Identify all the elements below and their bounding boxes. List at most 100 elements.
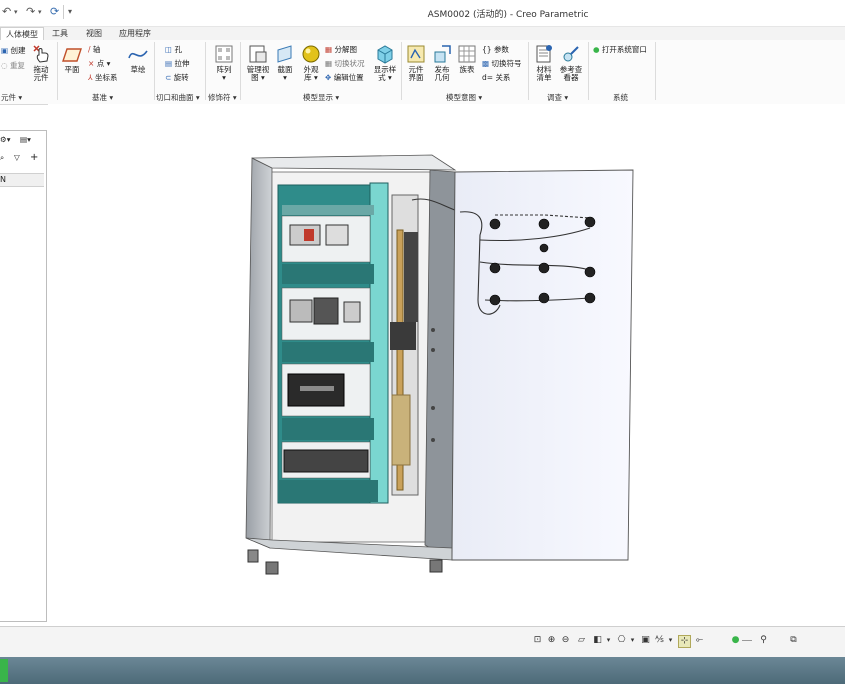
full-screen-icon[interactable]: ⧉: [788, 635, 799, 646]
group-label-system: 系统: [613, 93, 628, 102]
pattern-icon: [215, 45, 233, 63]
ribbon: ▣ 创建 ◌ 重复 拖动 元件 平面 / 轴 × 点 ▾ ⅄ 坐标系 草绘 ◫ …: [0, 40, 845, 105]
tab-view[interactable]: 视图: [81, 27, 107, 40]
tab-manikin[interactable]: 人体模型: [0, 27, 44, 41]
point-button[interactable]: × 点 ▾: [88, 58, 110, 69]
pattern-button[interactable]: 阵列 ▾: [212, 44, 236, 82]
plane-button[interactable]: 平面: [60, 46, 84, 74]
find-binoculars-icon[interactable]: ⚲: [758, 635, 769, 646]
window-title: ASM0002 (活动的) - Creo Parametric: [427, 10, 589, 20]
saved-orientations-icon[interactable]: ⎔: [616, 635, 627, 646]
hand-drag-icon: [33, 45, 49, 63]
group-label-model-intent[interactable]: 模型意图 ▾: [446, 92, 482, 103]
tab-tools[interactable]: 工具: [47, 27, 73, 40]
group-label-model-display[interactable]: 模型显示 ▾: [303, 92, 339, 103]
sketch-button[interactable]: 草绘: [126, 46, 150, 74]
open-system-window-button[interactable]: ● 打开系统窗口: [593, 44, 647, 55]
group-separator: [205, 42, 206, 100]
status-separator: [742, 640, 752, 641]
reference-viewer-icon: [563, 46, 579, 62]
extrude-button[interactable]: ▤ 拉伸: [165, 58, 189, 69]
tree-filters-icon[interactable]: ▤▾: [20, 135, 31, 144]
group-separator: [154, 42, 155, 100]
model-tree-panel: ⚙▾ ▤▾ ⌕ ▽ + N: [0, 130, 47, 622]
find-icon[interactable]: ⌕: [0, 153, 4, 163]
saved-orientations-dropdown-icon[interactable]: ▾: [627, 635, 638, 646]
appearance-gallery-button[interactable]: 外观 库 ▾: [299, 44, 323, 82]
parameters-label: 参数: [493, 45, 509, 54]
publish-geometry-label: 发布 几何: [434, 65, 450, 82]
appearance-sphere-icon: [302, 45, 320, 63]
publish-geometry-button[interactable]: 发布 几何: [430, 44, 454, 82]
annotation-display-icon[interactable]: ⟜: [694, 635, 705, 646]
create-label: 创建: [10, 46, 26, 55]
ribbon-tabs: 人体模型 工具 视图 应用程序: [0, 27, 845, 41]
edit-position-button[interactable]: ✥ 编辑位置: [325, 72, 364, 83]
display-style-button[interactable]: 显示样 式 ▾: [371, 44, 399, 82]
refit-icon[interactable]: ⊡: [532, 635, 543, 646]
revolve-button[interactable]: ⊂ 旋转: [165, 72, 189, 83]
repaint-icon[interactable]: ▱: [576, 635, 587, 646]
hole-button[interactable]: ◫ 孔: [165, 44, 182, 55]
relations-button[interactable]: d= 关系: [482, 72, 510, 83]
model-tree-settings-icon[interactable]: ⚙▾: [0, 135, 11, 144]
group-label-modifiers[interactable]: 修饰符 ▾: [208, 92, 237, 103]
switch-symbols-button[interactable]: ▩ 切换符号: [482, 58, 521, 69]
reference-viewer-label: 参考查 看器: [559, 65, 583, 82]
filter-icon[interactable]: ▽: [14, 153, 20, 162]
toggle-status-button[interactable]: ▦ 切换状况: [325, 58, 364, 69]
group-separator: [401, 42, 402, 100]
display-style-icon[interactable]: ◧: [592, 635, 603, 646]
axis-button[interactable]: / 轴: [88, 44, 100, 55]
datum-display-dropdown-icon[interactable]: ▾: [665, 635, 676, 646]
model-tree-column-header[interactable]: N: [0, 173, 44, 187]
drag-components-button[interactable]: 拖动 元件: [28, 44, 54, 82]
datum-display-icon[interactable]: ⅍: [654, 635, 665, 646]
group-label-datum[interactable]: 基准 ▾: [92, 92, 113, 103]
zoom-in-icon[interactable]: ⊕: [546, 635, 557, 646]
manage-views-icon: [249, 45, 267, 63]
component-interface-button[interactable]: 元件 界面: [404, 44, 428, 82]
reference-viewer-button[interactable]: 参考查 看器: [558, 44, 584, 82]
publish-geometry-icon: [434, 45, 451, 63]
manage-views-label: 管理视 图 ▾: [246, 65, 270, 82]
view-manager-icon[interactable]: ▣: [640, 635, 651, 646]
display-style-cube-icon: [377, 45, 393, 64]
column-header-label: N: [0, 175, 6, 184]
family-table-button[interactable]: 族表: [456, 44, 478, 74]
csys-label: 坐标系: [94, 73, 118, 82]
add-column-icon[interactable]: +: [30, 152, 38, 163]
zoom-out-icon[interactable]: ⊖: [560, 635, 571, 646]
section-label: 截面 ▾: [277, 65, 293, 82]
group-separator: [57, 42, 58, 100]
group-label-investigate[interactable]: 调查 ▾: [547, 92, 568, 103]
section-button[interactable]: 截面 ▾: [273, 44, 297, 82]
group-label-cut-surface[interactable]: 切口和曲面 ▾: [156, 92, 200, 103]
drag-components-label: 拖动 元件: [33, 65, 49, 82]
display-style-dropdown-icon[interactable]: ▾: [603, 635, 614, 646]
extrude-label: 拉伸: [174, 59, 190, 68]
family-table-label: 族表: [459, 65, 475, 74]
cabinet-assembly-model[interactable]: [48, 104, 845, 626]
csys-button[interactable]: ⅄ 坐标系: [88, 72, 117, 83]
table-grid-icon: [458, 45, 476, 63]
parameters-button[interactable]: {} 参数: [482, 44, 509, 55]
tab-applications[interactable]: 应用程序: [114, 27, 156, 40]
group-separator: [528, 42, 529, 100]
repeat-button[interactable]: ◌ 重复: [1, 60, 25, 71]
create-button[interactable]: ▣ 创建: [1, 45, 25, 56]
os-taskbar: [0, 657, 845, 684]
manage-views-button[interactable]: 管理视 图 ▾: [245, 44, 271, 82]
toggle-status-label: 切换状况: [334, 59, 365, 68]
status-bar: ⊡ ⊕ ⊖ ▱ ◧ ▾ ⎔ ▾ ▣ ⅍ ▾ ⊹ ⟜ ● ⚲ ⧉: [0, 626, 845, 657]
sketch-label: 草绘: [130, 65, 146, 74]
explode-view-button[interactable]: ▦ 分解图: [325, 44, 357, 55]
graphics-window[interactable]: [48, 104, 845, 626]
group-separator: [588, 42, 589, 100]
bom-document-icon: [536, 45, 552, 63]
spin-center-icon[interactable]: ⊹: [678, 635, 691, 648]
plane-label: 平面: [64, 65, 80, 74]
sketch-icon: [128, 50, 148, 59]
bill-of-materials-button[interactable]: 材料 清单: [532, 44, 556, 82]
group-label-component[interactable]: 元件 ▾: [1, 92, 22, 103]
